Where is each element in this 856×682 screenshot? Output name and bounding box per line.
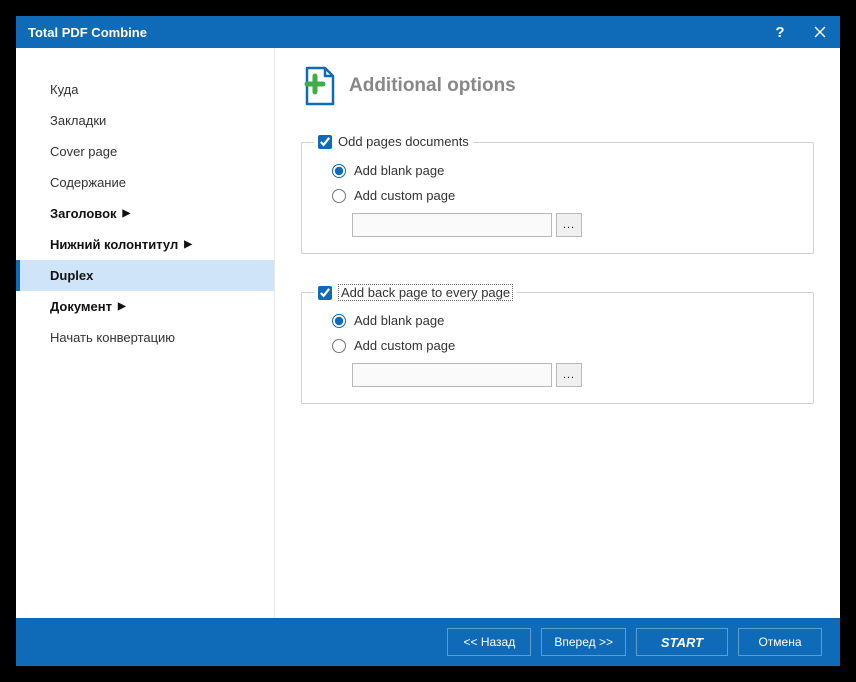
sidebar-item-label: Cover page xyxy=(50,144,117,159)
sidebar-item-label: Duplex xyxy=(50,268,93,283)
start-button[interactable]: START xyxy=(636,628,728,656)
sidebar-item-label: Закладки xyxy=(50,113,106,128)
back-add-custom-label: Add custom page xyxy=(354,338,455,353)
sidebar-item-2[interactable]: Cover page xyxy=(16,136,274,167)
close-button[interactable] xyxy=(800,16,840,48)
sidebar-item-4[interactable]: Заголовок ▶ xyxy=(16,198,274,229)
sidebar-item-label: Содержание xyxy=(50,175,126,190)
sidebar-item-0[interactable]: Куда xyxy=(16,74,274,105)
sidebar-item-label: Нижний колонтитул xyxy=(50,237,178,252)
odd-custom-path-input[interactable] xyxy=(352,213,552,237)
back-page-group: Add back page to every page Add blank pa… xyxy=(301,292,814,404)
main-heading: Additional options xyxy=(349,75,516,97)
sidebar-item-label: Начать конвертацию xyxy=(50,330,175,345)
odd-add-blank-radio[interactable] xyxy=(332,164,346,178)
back-add-blank-radio[interactable] xyxy=(332,314,346,328)
additional-options-icon xyxy=(301,66,337,106)
sidebar-item-6[interactable]: Duplex xyxy=(16,260,274,291)
footer: << Назад Вперед >> START Отмена xyxy=(16,618,840,666)
odd-pages-legend-label[interactable]: Odd pages documents xyxy=(338,134,469,149)
back-page-checkbox[interactable] xyxy=(318,286,332,300)
sidebar-item-8[interactable]: Начать конвертацию xyxy=(16,322,274,353)
odd-add-custom-label: Add custom page xyxy=(354,188,455,203)
help-button[interactable]: ? xyxy=(760,16,800,48)
cancel-button[interactable]: Отмена xyxy=(738,628,822,656)
sidebar-item-label: Документ xyxy=(50,299,112,314)
back-page-legend-label[interactable]: Add back page to every page xyxy=(338,284,513,301)
back-add-blank-option[interactable]: Add blank page xyxy=(332,313,797,328)
odd-browse-button[interactable]: ... xyxy=(556,213,582,237)
window-title: Total PDF Combine xyxy=(28,25,760,40)
sidebar-item-label: Заголовок xyxy=(50,206,117,221)
main-header: Additional options xyxy=(301,66,814,106)
back-browse-button[interactable]: ... xyxy=(556,363,582,387)
close-icon xyxy=(814,26,826,38)
forward-button[interactable]: Вперед >> xyxy=(541,628,626,656)
odd-add-blank-option[interactable]: Add blank page xyxy=(332,163,797,178)
back-custom-path-input[interactable] xyxy=(352,363,552,387)
back-button[interactable]: << Назад xyxy=(447,628,531,656)
sidebar-item-3[interactable]: Содержание xyxy=(16,167,274,198)
sidebar-item-1[interactable]: Закладки xyxy=(16,105,274,136)
sidebar: Куда Закладки Cover page Содержание Заголово… xyxy=(16,48,274,618)
back-add-blank-label: Add blank page xyxy=(354,313,444,328)
sidebar-item-7[interactable]: Документ ▶ xyxy=(16,291,274,322)
odd-pages-checkbox[interactable] xyxy=(318,135,332,149)
sidebar-item-5[interactable]: Нижний колонтитул ▶ xyxy=(16,229,274,260)
body: Куда Закладки Cover page Содержание Заголово… xyxy=(16,48,840,618)
chevron-right-icon: ▶ xyxy=(118,301,126,312)
chevron-right-icon: ▶ xyxy=(184,239,192,250)
odd-custom-path-row: ... xyxy=(352,213,797,237)
odd-pages-legend: Odd pages documents xyxy=(314,134,473,149)
back-add-custom-option[interactable]: Add custom page xyxy=(332,338,797,353)
odd-add-custom-radio[interactable] xyxy=(332,189,346,203)
back-custom-path-row: ... xyxy=(352,363,797,387)
sidebar-item-label: Куда xyxy=(50,82,78,97)
chevron-right-icon: ▶ xyxy=(123,208,131,219)
odd-add-custom-option[interactable]: Add custom page xyxy=(332,188,797,203)
back-page-legend: Add back page to every page xyxy=(314,284,517,301)
app-window: Total PDF Combine ? Куда Закладки Cover pa… xyxy=(16,16,840,666)
titlebar: Total PDF Combine ? xyxy=(16,16,840,48)
back-add-custom-radio[interactable] xyxy=(332,339,346,353)
odd-add-blank-label: Add blank page xyxy=(354,163,444,178)
odd-pages-group: Odd pages documents Add blank page Add c… xyxy=(301,142,814,254)
main-panel: Additional options Odd pages documents A… xyxy=(274,48,840,618)
